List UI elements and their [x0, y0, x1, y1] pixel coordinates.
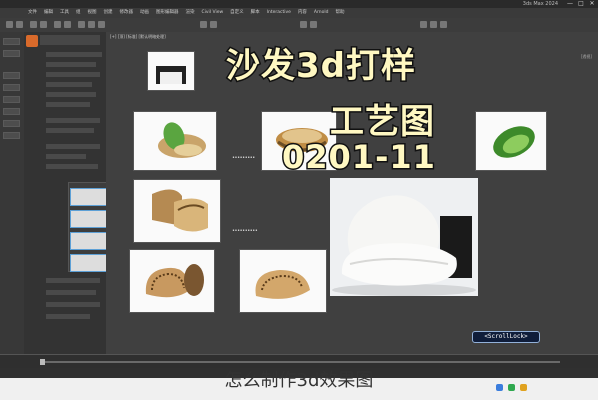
- menu-item-customize[interactable]: 自定义: [230, 8, 244, 18]
- caption: 怎么制作3d效果图: [224, 370, 374, 391]
- minimize-button[interactable]: —: [566, 0, 574, 8]
- select-by-name-icon[interactable]: [64, 21, 71, 28]
- param-row-12[interactable]: [46, 290, 96, 295]
- connector-dots-1: • • • • • • • • •: [232, 155, 255, 161]
- render-card-5: [130, 250, 214, 312]
- title-bar: 3ds Max 2024 — □ ✕: [0, 0, 598, 8]
- main-toolbar: [0, 18, 598, 33]
- menu-item-civil-view[interactable]: Civil View: [202, 8, 224, 18]
- render-card-4: [134, 180, 220, 242]
- left-tool-2[interactable]: [3, 50, 20, 57]
- param-row-13[interactable]: [46, 302, 100, 307]
- menu-item-modifiers[interactable]: 修改器: [120, 8, 134, 18]
- param-row-8[interactable]: [46, 144, 100, 149]
- select-icon[interactable]: [54, 21, 61, 28]
- menu-item-create[interactable]: 创建: [104, 8, 113, 18]
- render-icon[interactable]: [440, 21, 447, 28]
- param-row-10[interactable]: [46, 164, 98, 169]
- param-row-14[interactable]: [46, 314, 90, 319]
- param-row-6[interactable]: [46, 118, 100, 123]
- render-card-6: [240, 250, 326, 312]
- window-controls: — □ ✕: [566, 0, 596, 8]
- hero-render: [330, 178, 478, 296]
- viewport-label[interactable]: [+] [顶] [标准] [默认明暗处理]: [110, 34, 166, 40]
- time-slider-handle[interactable]: [40, 359, 45, 365]
- menu-item-rendering[interactable]: 渲染: [186, 8, 195, 18]
- stack-item-4[interactable]: [70, 254, 108, 272]
- param-row-4[interactable]: [46, 92, 96, 97]
- maximize-button[interactable]: □: [577, 0, 585, 8]
- timeline-track[interactable]: [40, 361, 560, 363]
- overlay-line-2: 工艺图: [329, 101, 436, 144]
- close-button[interactable]: ✕: [588, 0, 596, 8]
- menu-item-views[interactable]: 视图: [88, 8, 97, 18]
- window-title: 3ds Max 2024: [522, 1, 558, 7]
- menu-item-content[interactable]: 内容: [298, 8, 307, 18]
- object-name-field[interactable]: [40, 35, 100, 45]
- param-row-5[interactable]: [46, 102, 90, 107]
- viewport-corner-label: [透视]: [580, 54, 592, 59]
- menu-item-scripting[interactable]: 脚本: [251, 8, 260, 18]
- left-tool-5[interactable]: [3, 96, 20, 103]
- snap-icon[interactable]: [200, 21, 207, 28]
- menu-item-help[interactable]: 帮助: [335, 8, 344, 18]
- render-thumb-top: [148, 52, 194, 90]
- angle-snap-icon[interactable]: [210, 21, 217, 28]
- param-row-2[interactable]: [46, 72, 100, 77]
- menu-item-arnold[interactable]: Arnold: [314, 8, 329, 18]
- menu-item-edit[interactable]: 编辑: [44, 8, 53, 18]
- param-row-11[interactable]: [46, 278, 100, 283]
- command-panel: [24, 32, 124, 354]
- stack-item-3[interactable]: [70, 232, 108, 250]
- left-tool-1[interactable]: [3, 38, 20, 45]
- mirror-icon[interactable]: [300, 21, 307, 28]
- left-tool-3[interactable]: [3, 72, 20, 79]
- param-row-1[interactable]: [46, 62, 96, 67]
- left-toolbar: [0, 32, 24, 354]
- param-row-3[interactable]: [46, 82, 92, 87]
- param-row-7[interactable]: [46, 128, 94, 133]
- left-tool-4[interactable]: [3, 84, 20, 91]
- render-card-1: [134, 112, 216, 170]
- orange-app-icon[interactable]: [26, 35, 38, 47]
- left-tool-6[interactable]: [3, 108, 20, 115]
- move-icon[interactable]: [78, 21, 85, 28]
- scroll-lock-icon: <ScrollLock>: [472, 331, 540, 343]
- modifier-list-dropdown[interactable]: [46, 52, 102, 57]
- menu-item-animation[interactable]: 动画: [140, 8, 149, 18]
- scale-icon[interactable]: [98, 21, 105, 28]
- menu-item-tools[interactable]: 工具: [60, 8, 69, 18]
- link-icon[interactable]: [30, 21, 37, 28]
- menu-bar: 文件 编辑 工具 组 视图 创建 修改器 动画 图形编辑器 渲染 Civil V…: [0, 8, 598, 18]
- material-editor-icon[interactable]: [420, 21, 427, 28]
- menu-item-graph-editors[interactable]: 图形编辑器: [156, 8, 179, 18]
- unlink-icon[interactable]: [40, 21, 47, 28]
- render-card-3: [476, 112, 546, 170]
- stack-item-1[interactable]: [70, 188, 108, 206]
- align-icon[interactable]: [310, 21, 317, 28]
- menu-item-interactive[interactable]: Interactive: [267, 8, 291, 18]
- menu-item-group[interactable]: 组: [76, 8, 81, 18]
- overlay-line-1: 沙发3d打样: [225, 45, 417, 88]
- render-setup-icon[interactable]: [430, 21, 437, 28]
- menu-item-file[interactable]: 文件: [28, 8, 37, 18]
- redo-icon[interactable]: [16, 21, 23, 28]
- param-row-9[interactable]: [46, 154, 86, 159]
- connector-dots-2: • • • • • • • • • •: [232, 228, 258, 234]
- stack-item-2[interactable]: [70, 210, 108, 228]
- left-tool-7[interactable]: [3, 120, 20, 127]
- left-tool-8[interactable]: [3, 132, 20, 139]
- rotate-icon[interactable]: [88, 21, 95, 28]
- undo-icon[interactable]: [6, 21, 13, 28]
- overlay-line-3: 0201-11: [281, 137, 437, 178]
